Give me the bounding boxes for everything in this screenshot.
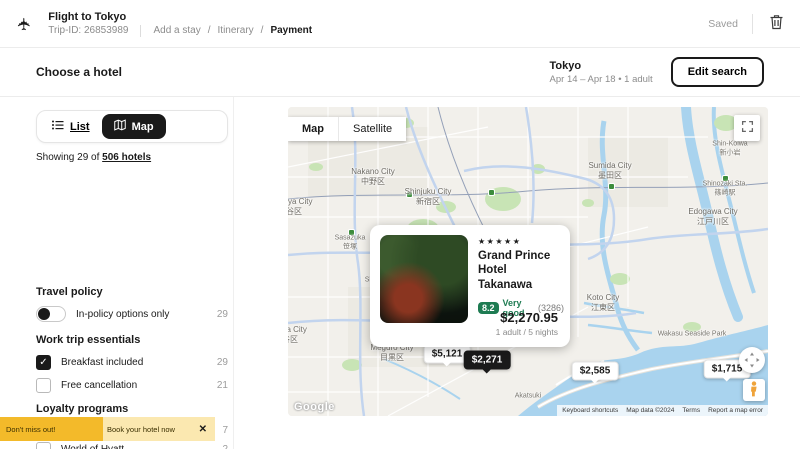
hyatt-count: 2 [222,444,228,449]
breadcrumb-add-a-stay[interactable]: Add a stay [153,25,200,36]
map-view-label: Map [132,121,154,133]
price-marker[interactable]: $2,585 [572,362,619,381]
keyboard-shortcuts-link[interactable]: Keyboard shortcuts [562,407,618,414]
results-count-text: Showing 29 of [36,152,102,163]
map-attribution: Keyboard shortcuts Map data ©2024 Terms … [557,405,768,416]
saved-status: Saved [708,18,738,30]
breakfast-checkbox[interactable]: ✓ [36,355,51,370]
filter-row-breakfast: ✓ Breakfast included 29 [36,355,228,370]
in-policy-count: 29 [217,309,228,320]
breakfast-label: Breakfast included [61,357,143,368]
in-policy-filter-row: In-policy options only 29 [36,306,228,322]
dates-occupancy-label: Apr 14 – Apr 18 • 1 adult [550,74,653,85]
page-title: Choose a hotel [36,65,122,79]
station-icon [722,175,729,182]
promo-banner: Don't miss out! Book your hotel now ✕ [0,417,215,441]
station-icon [348,229,355,236]
breadcrumb-itinerary[interactable]: Itinerary [218,25,254,36]
edit-search-button[interactable]: Edit search [671,57,764,87]
banner-close-icon[interactable]: ✕ [199,424,207,435]
map-view-button[interactable]: Map [102,114,166,139]
delete-trip-button[interactable] [767,12,786,35]
hotel-price: $2,270.95 [496,310,558,325]
fullscreen-icon [741,120,754,136]
list-icon [52,120,64,133]
hyatt-label: World of Hyatt [61,444,124,449]
cancellation-count: 21 [217,380,228,391]
loyalty-heading: Loyalty programs [36,403,128,415]
google-logo: Google [294,401,335,413]
top-bar: ✈ Flight to Tokyo Trip-ID: 26853989 Add … [0,0,800,48]
trip-title: Flight to Tokyo [48,11,312,23]
hotels-count-link[interactable]: 506 hotels [102,152,151,163]
marriott-count: 7 [222,425,228,436]
divider [752,14,753,34]
trip-id: Trip-ID: 26853989 [48,25,128,36]
in-policy-toggle[interactable] [36,306,66,322]
map-data-label: Map data ©2024 [626,407,674,414]
trip-info: Flight to Tokyo Trip-ID: 26853989 Add a … [48,11,312,37]
cancellation-label: Free cancellation [61,380,137,391]
breadcrumb-separator: / [261,25,264,36]
station-icon [488,189,495,196]
price-marker-selected[interactable]: $2,271 [464,351,511,370]
street-view-pegman[interactable] [743,379,765,401]
fullscreen-button[interactable] [734,115,760,141]
hotel-star-rating: ★★★★★ [478,237,564,246]
map-icon [114,119,126,134]
map-canvas[interactable]: Shibuya City渋谷区 Nakano City中野区 Shinjuku … [288,107,768,416]
breadcrumb-payment[interactable]: Payment [270,25,312,36]
station-icon [608,183,615,190]
trash-icon [769,14,784,33]
hotel-photo [380,235,468,323]
banner-highlight-text: Don't miss out! [6,425,55,434]
map-type-control: Map Satellite [288,117,406,141]
breakfast-count: 29 [217,357,228,368]
cancellation-checkbox[interactable] [36,378,51,393]
travel-policy-heading: Travel policy [36,286,103,298]
terms-link[interactable]: Terms [682,407,700,414]
view-toggle: List Map [36,110,228,143]
in-policy-label: In-policy options only [76,309,169,320]
pan-control[interactable] [739,347,765,373]
list-view-label: List [70,121,90,133]
vertical-divider [233,97,234,449]
toggle-knob [38,308,50,320]
hotel-card[interactable]: ★★★★★ Grand Prince Hotel Takanawa 8.2 Ve… [370,225,570,347]
search-summary-bar: Choose a hotel Tokyo Apr 14 – Apr 18 • 1… [0,48,800,97]
breadcrumb-separator: / [208,25,211,36]
hotel-price-caption: 1 adult / 5 nights [496,327,558,337]
map-type-satellite-button[interactable]: Satellite [339,117,406,141]
map-type-map-button[interactable]: Map [288,117,338,141]
filter-row-hyatt: World of Hyatt 2 [36,442,228,449]
filter-row-cancellation: Free cancellation 21 [36,378,228,393]
list-view-button[interactable]: List [40,115,102,138]
filters-sidebar: List Map Showing 29 of 506 hotels Travel… [36,97,228,417]
hotel-name: Grand Prince Hotel Takanawa [478,249,564,292]
check-icon: ✓ [39,357,47,368]
pegman-icon [748,381,760,400]
report-error-link[interactable]: Report a map error [708,407,763,414]
app-window: ✈ Flight to Tokyo Trip-ID: 26853989 Add … [0,0,800,449]
station-icon [406,191,413,198]
hotel-price-block: $2,270.95 1 adult / 5 nights [496,310,558,337]
divider [140,25,141,37]
hyatt-checkbox[interactable] [36,442,51,449]
search-summary: Tokyo Apr 14 – Apr 18 • 1 adult [550,60,653,85]
airplane-icon: ✈ [15,16,35,30]
work-trip-heading: Work trip essentials [36,334,140,346]
pan-arrows-icon [739,361,765,376]
results-summary: Showing 29 of 506 hotels [36,152,228,163]
destination-label: Tokyo [550,60,653,72]
banner-message-text: Book your hotel now [107,425,175,434]
